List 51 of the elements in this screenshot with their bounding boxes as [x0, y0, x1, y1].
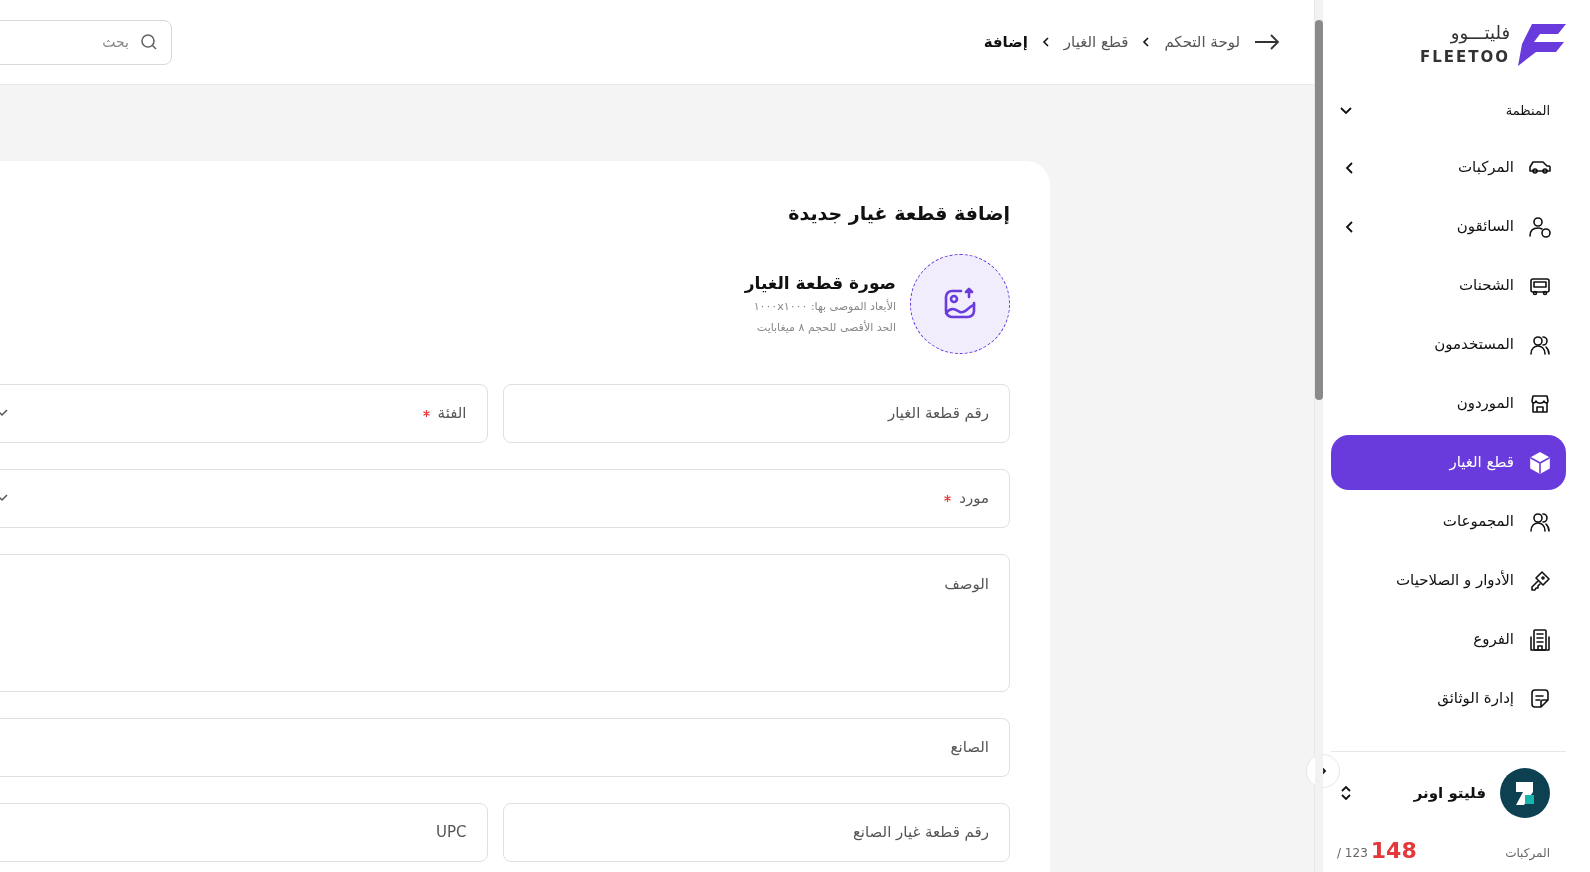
nav-item[interactable]: الأدوار و الصلاحيات [1331, 553, 1566, 608]
text-area[interactable]: الوصف [0, 553, 1010, 692]
document-icon [1528, 686, 1552, 711]
input-field[interactable]: رقم قطعة الغيار [502, 383, 1010, 443]
nav-item[interactable]: المستخدمون [1331, 317, 1566, 372]
nav-item[interactable]: المركبات [1331, 140, 1566, 195]
chevron-left-icon [1345, 219, 1355, 234]
usage-limit: / 123 [1337, 845, 1368, 862]
required-icon [944, 494, 952, 502]
chevron-down-icon [1339, 106, 1353, 116]
input-field[interactable]: رقم قطعة غيار الصانع [502, 802, 1010, 862]
search-icon [140, 32, 158, 51]
nav-item[interactable]: الفروع [1331, 612, 1566, 667]
image-hint: الحد الأقصى للحجم ٨ ميغابايت [755, 319, 896, 336]
section-header[interactable]: المنظمة [1331, 88, 1566, 134]
select-field[interactable]: مورد [0, 468, 1010, 528]
building-icon [1528, 627, 1552, 652]
image-title: صورة قطعة الغيار [744, 271, 896, 295]
back-arrow-icon[interactable] [1254, 33, 1280, 51]
nav-item[interactable]: السائقون [1331, 199, 1566, 254]
logo-icon [1518, 24, 1566, 66]
nav-item[interactable]: إدارة الوثائق [1331, 671, 1566, 726]
breadcrumb-link[interactable]: لوحة التحكم [1164, 30, 1240, 54]
usage-count: 148 [1370, 840, 1417, 862]
nav-item[interactable]: الشحنات [1331, 258, 1566, 313]
scrollbar[interactable] [1315, 0, 1323, 872]
chevron-left-icon [1345, 160, 1355, 175]
logo-text: FLEETOO [1419, 47, 1510, 69]
account-name: فليتو اونر [1412, 782, 1486, 804]
scrollbar-thumb[interactable] [1315, 20, 1323, 400]
select-field[interactable]: الفئة [0, 383, 488, 443]
input-field[interactable]: الصانع [0, 717, 1010, 777]
avatar [1500, 768, 1550, 818]
user-icon [1528, 214, 1552, 239]
breadcrumb-link[interactable]: إضافة [983, 30, 1028, 54]
form-title: إضافة قطعة غيار جديدة [787, 201, 1010, 227]
breadcrumb-link[interactable]: قطع الغيار [1063, 30, 1129, 54]
box-icon [1528, 450, 1552, 475]
logo-text: فليتـــوو [1450, 21, 1510, 45]
chevron-left-icon [1142, 36, 1151, 48]
nav-item[interactable]: المجموعات [1331, 494, 1566, 549]
input-field[interactable]: UPC [0, 802, 488, 862]
chevron-left-icon [1041, 36, 1050, 48]
nav-item[interactable]: الموردون [1331, 376, 1566, 431]
image-hint: الأبعاد الموصى بها: ١٠٠٠x١٠٠٠ [752, 299, 896, 316]
key-icon [1528, 568, 1552, 593]
required-icon [422, 409, 430, 417]
nav-item[interactable]: قطع الغيار [1331, 435, 1566, 490]
search-field[interactable]: بحث [0, 19, 172, 65]
usage-label: المركبات [1505, 845, 1550, 862]
expand-icon[interactable] [1339, 784, 1353, 802]
